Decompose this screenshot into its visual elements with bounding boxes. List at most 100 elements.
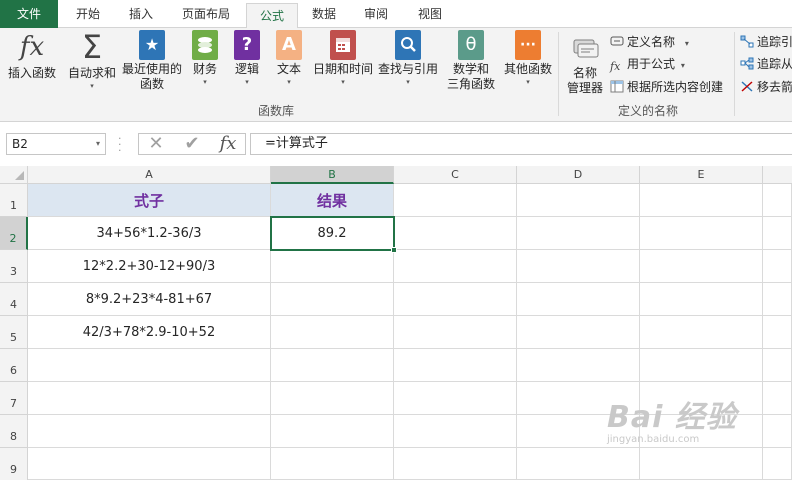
- cell-c5[interactable]: [394, 316, 517, 349]
- fill-handle[interactable]: [391, 247, 397, 253]
- remove-arrows-button[interactable]: 移去箭: [740, 77, 792, 97]
- cell-b9[interactable]: [271, 448, 394, 480]
- select-all-corner[interactable]: [0, 166, 28, 184]
- cell-f3[interactable]: [763, 250, 792, 283]
- trace-dependents-button[interactable]: 追踪从: [740, 54, 792, 74]
- cell-d3[interactable]: [517, 250, 640, 283]
- fx-small-icon: fx: [610, 60, 621, 73]
- cell-f9[interactable]: [763, 448, 792, 480]
- cell-c9[interactable]: [394, 448, 517, 480]
- cell-e1[interactable]: [640, 184, 763, 217]
- use-in-formula-button[interactable]: fx 用于公式 ▾: [610, 54, 685, 74]
- tab-review[interactable]: 审阅: [352, 0, 400, 28]
- cell-e5[interactable]: [640, 316, 763, 349]
- cell-e3[interactable]: [640, 250, 763, 283]
- tab-data[interactable]: 数据: [300, 0, 348, 28]
- name-box[interactable]: B2 ▾: [6, 133, 106, 155]
- tab-page-layout[interactable]: 页面布局: [168, 0, 244, 28]
- tab-view[interactable]: 视图: [404, 0, 456, 28]
- row-header-1[interactable]: 1: [0, 184, 28, 217]
- cell-a6[interactable]: [28, 349, 271, 382]
- cell-b6[interactable]: [271, 349, 394, 382]
- lookup-reference-button[interactable]: 查找与引用 ▾: [376, 30, 440, 87]
- cell-f7[interactable]: [763, 382, 792, 415]
- cell-c3[interactable]: [394, 250, 517, 283]
- confirm-icon[interactable]: ✔: [177, 134, 207, 154]
- trace-precedents-button[interactable]: 追踪引: [740, 32, 792, 52]
- cell-d2[interactable]: [517, 217, 640, 250]
- cell-c1[interactable]: [394, 184, 517, 217]
- cell-b1[interactable]: 结果: [271, 184, 394, 217]
- cell-a8[interactable]: [28, 415, 271, 448]
- cell-b7[interactable]: [271, 382, 394, 415]
- cell-e4[interactable]: [640, 283, 763, 316]
- name-manager-button[interactable]: 名称 管理器: [562, 30, 608, 96]
- cell-c7[interactable]: [394, 382, 517, 415]
- row-header-5[interactable]: 5: [0, 316, 28, 349]
- column-header-b[interactable]: B: [271, 166, 394, 184]
- cell-a2[interactable]: 34+56*1.2-36/3: [28, 217, 271, 250]
- tab-insert[interactable]: 插入: [116, 0, 166, 28]
- text-button[interactable]: A 文本 ▾: [272, 30, 306, 87]
- cell-b3[interactable]: [271, 250, 394, 283]
- cell-f4[interactable]: [763, 283, 792, 316]
- row-header-7[interactable]: 7: [0, 382, 28, 415]
- cell-c4[interactable]: [394, 283, 517, 316]
- cell-b5[interactable]: [271, 316, 394, 349]
- cell-e9[interactable]: [640, 448, 763, 480]
- cell-f6[interactable]: [763, 349, 792, 382]
- recent-functions-button[interactable]: ★ 最近使用的 函数: [120, 30, 184, 92]
- cell-d1[interactable]: [517, 184, 640, 217]
- row-header-9[interactable]: 9: [0, 448, 28, 480]
- financial-button[interactable]: 财务 ▾: [188, 30, 222, 87]
- cell-a5[interactable]: 42/3+78*2.9-10+52: [28, 316, 271, 349]
- cell-f8[interactable]: [763, 415, 792, 448]
- cell-f1[interactable]: [763, 184, 792, 217]
- row-header-6[interactable]: 6: [0, 349, 28, 382]
- cell-c6[interactable]: [394, 349, 517, 382]
- autosum-button[interactable]: Σ 自动求和 ▾: [66, 30, 118, 91]
- active-cell-selection[interactable]: [270, 216, 397, 253]
- create-from-selection-button[interactable]: 根据所选内容创建: [610, 77, 723, 97]
- cell-d5[interactable]: [517, 316, 640, 349]
- tab-file[interactable]: 文件: [0, 0, 58, 28]
- insert-function-button[interactable]: fx 插入函数: [4, 30, 60, 81]
- cell-b4[interactable]: [271, 283, 394, 316]
- cell-e2[interactable]: [640, 217, 763, 250]
- cell-d9[interactable]: [517, 448, 640, 480]
- datetime-button[interactable]: 日期和时间 ▾: [310, 30, 376, 87]
- column-header-e[interactable]: E: [640, 166, 763, 184]
- more-functions-button[interactable]: ··· 其他函数 ▾: [502, 30, 554, 87]
- cancel-icon[interactable]: ✕: [141, 134, 171, 154]
- column-header-d[interactable]: D: [517, 166, 640, 184]
- cell-a1[interactable]: 式子: [28, 184, 271, 217]
- logical-button[interactable]: ? 逻辑 ▾: [230, 30, 264, 87]
- column-header-c[interactable]: C: [394, 166, 517, 184]
- row-header-2[interactable]: 2: [0, 217, 28, 250]
- cell-b8[interactable]: [271, 415, 394, 448]
- cell-a9[interactable]: [28, 448, 271, 480]
- cell-a7[interactable]: [28, 382, 271, 415]
- cell-c8[interactable]: [394, 415, 517, 448]
- formula-input[interactable]: =计算式子: [250, 133, 792, 155]
- tab-home[interactable]: 开始: [62, 0, 114, 28]
- cell-e6[interactable]: [640, 349, 763, 382]
- row-header-3[interactable]: 3: [0, 250, 28, 283]
- chevron-down-icon: ▾: [406, 78, 410, 86]
- cell-f5[interactable]: [763, 316, 792, 349]
- cell-a3[interactable]: 12*2.2+30-12+90/3: [28, 250, 271, 283]
- cell-d6[interactable]: [517, 349, 640, 382]
- cell-d4[interactable]: [517, 283, 640, 316]
- cell-f2[interactable]: [763, 217, 792, 250]
- column-header-f[interactable]: [763, 166, 792, 184]
- chevron-down-icon[interactable]: ▾: [96, 134, 100, 154]
- column-header-a[interactable]: A: [28, 166, 271, 184]
- tab-formulas[interactable]: 公式: [246, 3, 298, 29]
- row-header-4[interactable]: 4: [0, 283, 28, 316]
- row-header-8[interactable]: 8: [0, 415, 28, 448]
- insert-function-icon[interactable]: fx: [213, 134, 243, 154]
- cell-a4[interactable]: 8*9.2+23*4-81+67: [28, 283, 271, 316]
- cell-c2[interactable]: [394, 217, 517, 250]
- define-name-button[interactable]: 定义名称 ▾: [610, 32, 689, 52]
- math-trig-button[interactable]: θ 数学和 三角函数: [440, 30, 502, 92]
